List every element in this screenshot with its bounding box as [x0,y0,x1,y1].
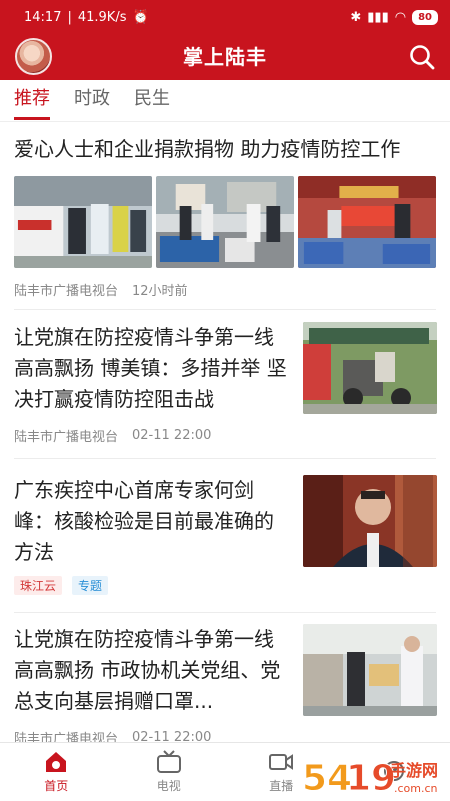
news-time: 12小时前 [132,280,188,299]
category-tabs: 推荐 时政 民生 [0,80,450,122]
svg-text:19: 19 [346,758,396,798]
svg-text:手游网: 手游网 [390,761,438,780]
app-title: 掌上陆丰 [0,34,450,80]
tv-icon [156,750,182,774]
news-title: 广东疾控中心首席专家何剑峰：核酸检验是目前最准确的方法 [14,475,292,568]
news-title: 让党旗在防控疫情斗争第一线高高飘扬 市政协机关党组、党总支向基层捐赠口罩... [14,624,292,717]
news-item[interactable]: 广东疾控中心首席专家何剑峰：核酸检验是目前最准确的方法 [14,475,292,568]
news-meta: 陆丰市广播电视台 12小时前 [14,280,188,299]
news-image [303,624,437,716]
news-image [298,176,436,268]
news-item[interactable]: 让党旗在防控疫情斗争第一线高高飘扬 博美镇：多措并举 坚决打赢疫情防控阻击战 [14,322,292,415]
news-time: 02-11 22:00 [132,428,211,443]
nav-label: 首页 [44,777,68,794]
clock: 14:17 [24,10,61,25]
network-speed: 41.9K/s [78,10,127,25]
live-icon [268,750,294,774]
news-image [156,176,294,268]
home-icon [43,750,69,774]
status-bar: 14:17 | 41.9K/s ⏰ ✱ ▮▮▮ ◠ 80 [0,0,450,34]
tab-recommend[interactable]: 推荐 [14,80,50,122]
tab-politics[interactable]: 时政 [74,80,110,122]
divider [14,612,436,613]
news-source: 陆丰市广播电视台 [14,280,118,299]
news-image [14,176,152,268]
divider [14,458,436,459]
nav-home[interactable]: 首页 [0,743,113,801]
svg-text:.com.cn: .com.cn [394,782,438,795]
news-meta: 陆丰市广播电视台 02-11 22:00 [14,426,211,445]
news-title: 爱心人士和企业捐款捐物 助力疫情防控工作 [14,134,436,165]
tag-zhujiangyun[interactable]: 珠江云 [14,576,62,595]
news-source: 陆丰市广播电视台 [14,426,118,445]
wifi-icon: ◠ [395,10,406,25]
divider [14,309,436,310]
svg-text:54: 54 [302,758,352,798]
nav-label: 直播 [269,777,293,794]
tab-livelihood[interactable]: 民生 [134,80,170,122]
search-icon[interactable] [408,43,436,71]
tag-special[interactable]: 专题 [72,576,108,595]
image-strip [14,176,436,268]
alarm-icon: ⏰ [132,10,148,25]
signal-icon: ▮▮▮ [367,10,388,25]
nav-label: 电视 [157,777,181,794]
news-item[interactable]: 爱心人士和企业捐款捐物 助力疫情防控工作 [14,134,436,165]
battery-indicator: 80 [412,10,438,25]
divider-bar: | [67,10,71,25]
site-watermark-logo: 54 19 手游网 .com.cn [300,752,446,798]
nav-tv[interactable]: 电视 [113,743,226,801]
bluetooth-icon: ✱ [350,10,361,25]
news-item[interactable]: 让党旗在防控疫情斗争第一线高高飘扬 市政协机关党组、党总支向基层捐赠口罩... [14,624,292,717]
tag-row: 珠江云 专题 [14,576,108,595]
news-image [303,475,437,567]
news-title: 让党旗在防控疫情斗争第一线高高飘扬 博美镇：多措并举 坚决打赢疫情防控阻击战 [14,322,292,415]
app-header: 掌上陆丰 [0,34,450,80]
news-image [303,322,437,414]
